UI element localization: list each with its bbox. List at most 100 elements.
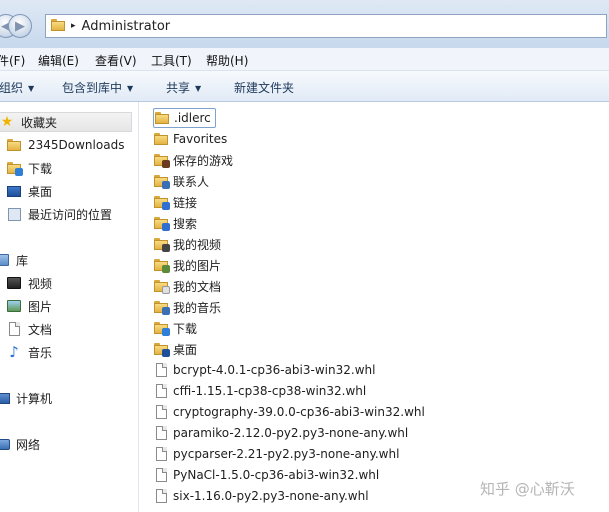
file-list: .idlerc Favorites 保存的游戏 联系人 链接 搜索 我的视频 我… — [139, 102, 609, 512]
file-icon — [153, 383, 169, 399]
nav-computer[interactable]: 计算机 — [0, 388, 52, 408]
breadcrumb-separator[interactable]: ▸ — [71, 21, 76, 31]
contacts-folder-icon — [153, 173, 170, 189]
list-item[interactable]: pycparser-2.21-py2.py3-none-any.whl — [153, 444, 399, 464]
file-icon — [153, 467, 169, 483]
address-box[interactable]: ▸ Administrator — [45, 14, 607, 38]
forward-button[interactable]: ▶ — [8, 14, 32, 38]
chevron-down-icon: ▼ — [28, 84, 35, 93]
new-folder-button[interactable]: 新建文件夹 — [234, 79, 294, 96]
file-name: .idlerc — [174, 111, 211, 125]
list-item[interactable]: 我的视频 — [153, 234, 221, 254]
list-item[interactable]: bcrypt-4.0.1-cp36-abi3-win32.whl — [153, 360, 375, 380]
file-name: 我的视频 — [173, 237, 222, 252]
document-library-icon — [6, 321, 22, 337]
nav-item-desktop[interactable]: 桌面 — [6, 181, 52, 201]
nav-item-music[interactable]: ♪ 音乐 — [6, 342, 52, 362]
address-bar: ◀ ▶ ▸ Administrator — [0, 0, 609, 48]
nav-item-label: 下载 — [28, 161, 53, 176]
music-note-icon: ♪ — [9, 343, 19, 361]
list-item[interactable]: paramiko-2.12.0-py2.py3-none-any.whl — [153, 423, 408, 443]
list-item[interactable]: .idlerc — [153, 108, 216, 128]
file-name: 我的图片 — [173, 258, 222, 273]
saved-games-folder-icon — [153, 152, 170, 168]
menu-help[interactable]: 帮助(H) — [206, 52, 248, 69]
list-item[interactable]: cffi-1.15.1-cp38-cp38-win32.whl — [153, 381, 366, 401]
folder-icon — [51, 18, 65, 34]
computer-icon — [0, 390, 10, 406]
chevron-down-icon: ▼ — [195, 84, 202, 93]
organize-button[interactable]: 组织 ▼ — [0, 79, 34, 96]
breadcrumb-administrator[interactable]: Administrator — [82, 19, 171, 34]
videos-folder-icon — [153, 236, 170, 252]
list-item[interactable]: 联系人 — [153, 171, 209, 191]
file-name: 我的文档 — [173, 279, 222, 294]
library-icon — [0, 252, 10, 268]
list-item[interactable]: six-1.16.0-py2.py3-none-any.whl — [153, 486, 369, 506]
nav-item-documents[interactable]: 文档 — [6, 319, 52, 339]
nav-favorites[interactable]: ★ 收藏夹 — [0, 112, 132, 132]
downloads-folder-icon — [6, 160, 23, 176]
file-name: 搜索 — [173, 216, 198, 231]
nav-libraries[interactable]: 库 — [0, 250, 28, 270]
watermark: 知乎 @心靳沃 — [480, 480, 575, 498]
list-item[interactable]: 链接 — [153, 192, 197, 212]
desktop-folder-icon — [153, 341, 170, 357]
include-in-library-label: 包含到库中 — [62, 81, 123, 95]
file-name: 下载 — [173, 321, 198, 336]
file-name: six-1.16.0-py2.py3-none-any.whl — [173, 489, 369, 503]
file-name: 保存的游戏 — [173, 153, 234, 168]
links-folder-icon — [153, 194, 170, 210]
folder-icon — [154, 110, 170, 126]
share-button[interactable]: 共享 ▼ — [166, 79, 201, 96]
file-icon — [153, 425, 169, 441]
command-bar: 组织 ▼ 包含到库中 ▼ 共享 ▼ 新建文件夹 — [0, 71, 609, 102]
nav-network[interactable]: 网络 — [0, 434, 40, 454]
list-item[interactable]: cryptography-39.0.0-cp36-abi3-win32.whl — [153, 402, 425, 422]
folder-icon — [153, 131, 169, 147]
nav-item-label: 文档 — [28, 322, 53, 337]
list-item[interactable]: 我的文档 — [153, 276, 221, 296]
organize-label: 组织 — [0, 81, 24, 95]
list-item[interactable]: 我的图片 — [153, 255, 221, 275]
list-item[interactable]: 搜索 — [153, 213, 197, 233]
file-icon — [153, 362, 169, 378]
list-item[interactable]: 桌面 — [153, 339, 197, 359]
menu-edit[interactable]: 编辑(E) — [38, 52, 79, 69]
menu-tools[interactable]: 工具(T) — [151, 52, 192, 69]
nav-libraries-label: 库 — [16, 253, 29, 268]
list-item[interactable]: Favorites — [153, 129, 227, 149]
video-library-icon — [6, 275, 22, 291]
file-name: pycparser-2.21-py2.py3-none-any.whl — [173, 447, 400, 461]
nav-item-pictures[interactable]: 图片 — [6, 296, 52, 316]
navigation-pane: ★ 收藏夹 2345Downloads 下载 桌面 最近访问的位置 库 视频 图… — [0, 102, 139, 512]
share-label: 共享 — [166, 81, 191, 95]
nav-network-label: 网络 — [16, 437, 41, 452]
file-name: Favorites — [173, 132, 228, 146]
documents-folder-icon — [153, 278, 170, 294]
file-name: cffi-1.15.1-cp38-cp38-win32.whl — [173, 384, 367, 398]
menu-view[interactable]: 查看(V) — [95, 52, 137, 69]
nav-item-recent-places[interactable]: 最近访问的位置 — [6, 204, 112, 224]
list-item[interactable]: 我的音乐 — [153, 297, 221, 317]
file-icon — [153, 488, 169, 504]
nav-favorites-label: 收藏夹 — [21, 115, 58, 130]
chevron-down-icon: ▼ — [127, 84, 134, 93]
folder-icon — [6, 137, 22, 153]
menu-file[interactable]: 件(F) — [0, 52, 25, 69]
list-item[interactable]: PyNaCl-1.5.0-cp36-abi3-win32.whl — [153, 465, 379, 485]
nav-item-2345downloads[interactable]: 2345Downloads — [6, 135, 124, 155]
nav-item-downloads[interactable]: 下载 — [6, 158, 52, 178]
list-item[interactable]: 保存的游戏 — [153, 150, 233, 170]
nav-item-label: 视频 — [28, 276, 53, 291]
file-name: PyNaCl-1.5.0-cp36-abi3-win32.whl — [173, 468, 380, 482]
nav-item-videos[interactable]: 视频 — [6, 273, 52, 293]
include-in-library-button[interactable]: 包含到库中 ▼ — [62, 79, 133, 96]
list-item[interactable]: 下载 — [153, 318, 197, 338]
network-icon — [0, 436, 10, 452]
file-name: 我的音乐 — [173, 300, 222, 315]
downloads-folder-icon — [153, 320, 170, 336]
nav-item-label: 图片 — [28, 299, 53, 314]
forward-arrow-icon: ▶ — [15, 18, 25, 34]
file-name: 链接 — [173, 195, 198, 210]
